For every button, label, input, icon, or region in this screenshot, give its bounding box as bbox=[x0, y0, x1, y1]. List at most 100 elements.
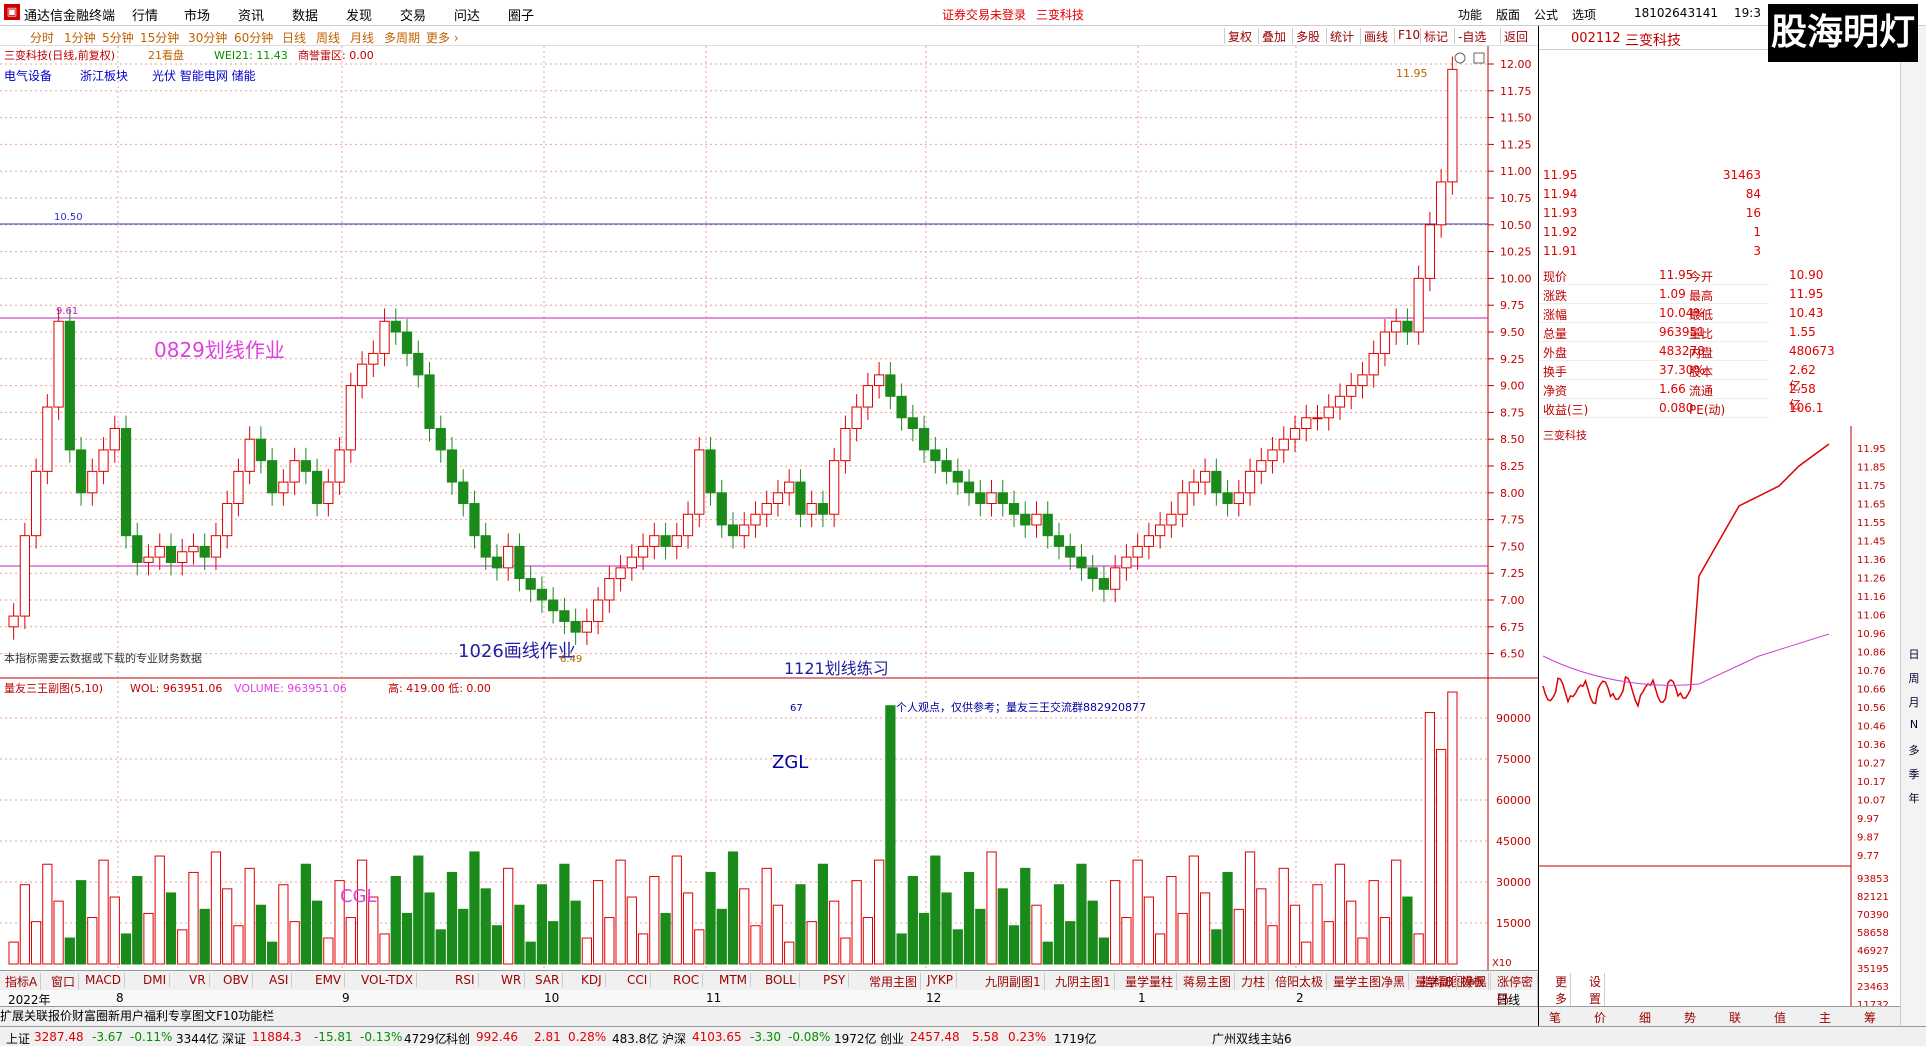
period-weekly[interactable]: 周线 bbox=[316, 29, 340, 46]
intraday-tab[interactable]: 细 bbox=[1639, 1009, 1651, 1026]
indicator-tab[interactable]: RSI bbox=[452, 973, 479, 987]
chart-settings-icon[interactable] bbox=[1454, 52, 1466, 64]
period-5min[interactable]: 5分钟 bbox=[102, 29, 134, 46]
period-1min[interactable]: 1分钟 bbox=[64, 29, 96, 46]
menu-item-wenda[interactable]: 问达 bbox=[454, 5, 480, 24]
sidebar-period[interactable]: 日 bbox=[1903, 646, 1925, 666]
order-level[interactable]: 11.93 16 bbox=[1539, 204, 1769, 223]
indicator-tab[interactable]: ASI bbox=[266, 973, 293, 987]
toolbar-fanhui[interactable]: 返回 bbox=[1500, 28, 1531, 44]
period-monthly[interactable]: 月线 bbox=[350, 29, 374, 46]
indicator-tab[interactable]: MTM bbox=[716, 973, 752, 987]
intraday-tab[interactable]: 主 bbox=[1819, 1009, 1831, 1026]
toolbar-diejia[interactable]: 叠加 bbox=[1258, 28, 1289, 44]
menu-item-shuju[interactable]: 数据 bbox=[292, 5, 318, 24]
sidebar-period[interactable]: 多 bbox=[1903, 742, 1925, 762]
ext-tab-right[interactable]: 图文F10 bbox=[192, 1009, 238, 1023]
indicator-tab[interactable]: MACD bbox=[82, 973, 125, 987]
ext-tab[interactable]: 扩展 bbox=[0, 1009, 24, 1023]
sidebar-period[interactable]: 季 bbox=[1903, 766, 1925, 786]
menu-item-jiaoyi[interactable]: 交易 bbox=[400, 5, 426, 24]
sidebar-period[interactable]: 年 bbox=[1903, 790, 1925, 810]
sector-tag-2[interactable]: 浙江板块 bbox=[80, 69, 128, 83]
menu-item-hangqing[interactable]: 行情 bbox=[132, 5, 158, 24]
menu-gongneng[interactable]: 功能 bbox=[1458, 6, 1482, 23]
intraday-tab[interactable]: 联 bbox=[1729, 1009, 1741, 1026]
period-fenshi[interactable]: 分时 bbox=[30, 29, 54, 46]
ext-tab-right[interactable]: 新用户福利专享 bbox=[108, 1009, 192, 1023]
sidebar-period[interactable]: 周 bbox=[1903, 670, 1925, 690]
indicator-tab[interactable]: 蒋易主图 bbox=[1180, 973, 1236, 990]
chart-expand-icon[interactable] bbox=[1473, 52, 1485, 64]
indicator-tab[interactable]: CCI bbox=[624, 973, 652, 987]
indicator-tab[interactable]: VR bbox=[186, 973, 210, 987]
order-level[interactable]: 11.94 84 bbox=[1539, 185, 1769, 204]
indicator-tab[interactable]: JYKP bbox=[924, 973, 957, 987]
indicator-tab-b[interactable]: 指标B bbox=[1418, 973, 1458, 990]
intraday-tab[interactable]: 笔 bbox=[1549, 1009, 1561, 1026]
indicator-tab[interactable]: EMV bbox=[312, 973, 346, 987]
template-tab[interactable]: 模板 bbox=[1458, 973, 1490, 990]
sector-tag-3[interactable]: 光伏 智能电网 储能 bbox=[152, 68, 256, 83]
idx-hs-name[interactable]: 沪深 bbox=[662, 1030, 686, 1047]
order-level[interactable]: 11.91 3 bbox=[1539, 242, 1769, 261]
intraday-chart[interactable]: 三变科技 11.95 11.85 11.75 11.65 11.55 11.45 11.36… bbox=[1539, 426, 1901, 1006]
indicator-tab[interactable]: VOL-TDX bbox=[358, 973, 417, 987]
sidebar-period[interactable]: 月 bbox=[1903, 694, 1925, 714]
indicator-tab[interactable]: 常用主图 bbox=[866, 973, 922, 990]
indicator-tab[interactable]: SAR bbox=[532, 973, 564, 987]
toolbar-fuquan[interactable]: 复权 bbox=[1224, 28, 1255, 44]
indicator-tab[interactable]: 窗口 bbox=[48, 973, 80, 990]
indicator-tab[interactable]: PSY bbox=[820, 973, 850, 987]
ext-tab-right[interactable]: 功能栏 bbox=[238, 1009, 274, 1023]
login-notice[interactable]: 证券交易未登录 bbox=[942, 6, 1026, 23]
period-daily[interactable]: 日线 bbox=[282, 29, 306, 46]
toolbar-huaxian[interactable]: 画线 bbox=[1360, 28, 1391, 44]
indicator-tab[interactable]: WR bbox=[498, 973, 526, 987]
period-15min[interactable]: 15分钟 bbox=[140, 29, 179, 46]
toolbar-duogu[interactable]: 多股 bbox=[1292, 28, 1323, 44]
menu-item-shichang[interactable]: 市场 bbox=[184, 5, 210, 24]
menu-gongshi[interactable]: 公式 bbox=[1534, 6, 1558, 23]
intraday-tab[interactable]: 值 bbox=[1774, 1009, 1786, 1026]
order-level[interactable]: 11.95 31463 bbox=[1539, 166, 1769, 185]
kline-chart[interactable]: 12.00 11.75 11.50 11.25 11.00 10.75 10.50 10.25… bbox=[0, 46, 1538, 970]
indicator-tab[interactable]: 量学量柱 bbox=[1122, 973, 1178, 990]
sidebar-period[interactable]: N bbox=[1903, 718, 1925, 738]
menu-item-faxian[interactable]: 发现 bbox=[346, 5, 372, 24]
ext-tab[interactable]: 财富圈 bbox=[72, 1009, 108, 1023]
indicator-tab[interactable]: ROC bbox=[670, 973, 704, 987]
toolbar-f10[interactable]: F10 bbox=[1394, 28, 1423, 44]
intraday-tab[interactable]: 势 bbox=[1684, 1009, 1696, 1026]
intraday-tab[interactable]: 筹 bbox=[1864, 1009, 1876, 1026]
menu-item-quanzi[interactable]: 圈子 bbox=[508, 5, 534, 24]
indicator-tab[interactable]: 力柱 bbox=[1238, 973, 1270, 990]
indicator-tab[interactable]: 九阴副图1 bbox=[982, 973, 1045, 990]
server-name[interactable]: 广州双线主站6 bbox=[1212, 1030, 1292, 1047]
period-multi[interactable]: 多周期 bbox=[384, 29, 420, 46]
menu-xuanxiang[interactable]: 选项 bbox=[1572, 6, 1596, 23]
menu-item-zixun[interactable]: 资讯 bbox=[238, 5, 264, 24]
indicator-tab[interactable]: DMI bbox=[140, 973, 171, 987]
ext-tab[interactable]: 关联报价 bbox=[24, 1009, 72, 1023]
period-more[interactable]: 更多 › bbox=[426, 29, 459, 46]
toolbar-zixuan[interactable]: -自选 bbox=[1454, 28, 1489, 44]
indicator-tab[interactable]: BOLL bbox=[762, 973, 800, 987]
indicator-tab[interactable]: KDJ bbox=[578, 973, 606, 987]
order-level[interactable]: 11.92 1 bbox=[1539, 223, 1769, 242]
toolbar-tongji[interactable]: 统计 bbox=[1326, 28, 1357, 44]
toolbar-biaoji[interactable]: 标记 bbox=[1420, 28, 1451, 44]
indicator-tab[interactable]: OBV bbox=[220, 973, 253, 987]
indicator-tab[interactable]: 倍阳太极 bbox=[1272, 973, 1328, 990]
indicator-tab[interactable]: 指标A bbox=[2, 973, 42, 990]
menu-banmian[interactable]: 版面 bbox=[1496, 6, 1520, 23]
idx-kc-name[interactable]: 科创 bbox=[446, 1030, 470, 1047]
idx-sh-name[interactable]: 上证 bbox=[6, 1030, 30, 1047]
intraday-tab[interactable]: 价 bbox=[1594, 1009, 1606, 1026]
indicator-tab[interactable]: 九阴主图1 bbox=[1052, 973, 1115, 990]
period-30min[interactable]: 30分钟 bbox=[188, 29, 227, 46]
indicator-tab[interactable]: 涨停密码 bbox=[1494, 973, 1538, 1007]
period-60min[interactable]: 60分钟 bbox=[234, 29, 273, 46]
indicator-tab[interactable]: 量学主图净黑 bbox=[1330, 973, 1410, 990]
idx-cy-name[interactable]: 创业 bbox=[880, 1030, 904, 1047]
